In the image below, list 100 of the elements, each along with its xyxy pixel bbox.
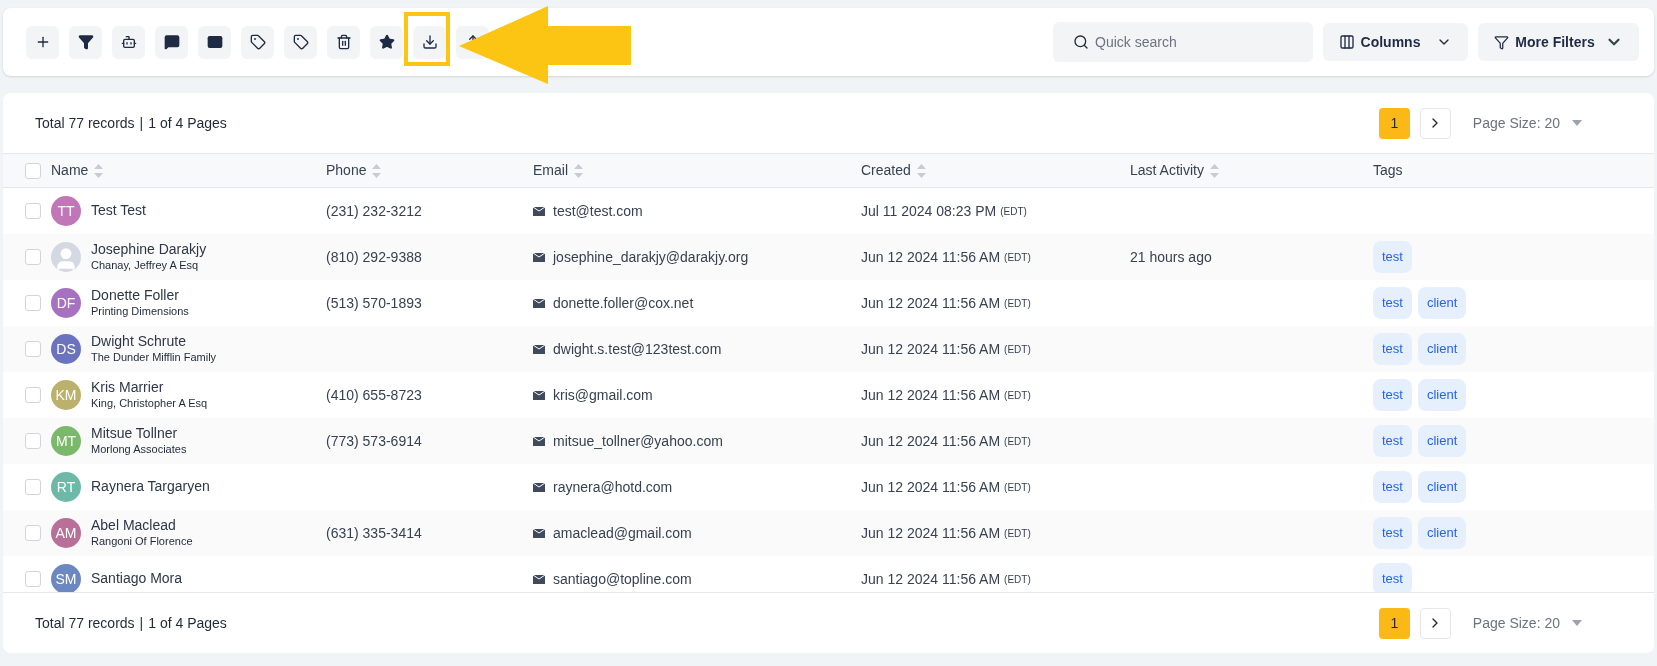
sort-icon[interactable] <box>372 163 382 178</box>
company-name: The Dunder Mifflin Family <box>91 350 217 365</box>
sort-icon[interactable] <box>94 163 104 178</box>
tag: client <box>1417 379 1467 411</box>
created-date: Jun 12 2024 11:56 AM <box>861 293 1001 313</box>
row-checkbox[interactable] <box>25 203 41 219</box>
tag: client <box>1417 471 1467 503</box>
company-name: King, Christopher A Esq <box>91 396 208 411</box>
toolbar-button[interactable] <box>198 25 231 59</box>
robot-icon <box>120 34 137 50</box>
contact-name: Kris Marrier <box>91 379 165 397</box>
next-page-button[interactable] <box>1419 107 1451 139</box>
created-date: Jun 12 2024 11:56 AM <box>861 569 1001 589</box>
toolbar-button[interactable] <box>284 25 317 59</box>
select-all-checkbox[interactable] <box>25 162 41 179</box>
column-header: Name <box>51 161 89 180</box>
sort-icon[interactable] <box>1209 163 1219 178</box>
download-icon <box>421 34 438 50</box>
row-checkbox[interactable] <box>25 433 41 449</box>
columns-button[interactable]: Columns <box>1323 23 1468 61</box>
tag: test <box>1373 517 1412 549</box>
trash-icon <box>335 34 352 50</box>
avatar: DS <box>51 334 81 364</box>
row-checkbox[interactable] <box>25 571 41 587</box>
contact-name: Josephine Darakjy <box>91 241 207 259</box>
email-text: santiago@topline.com <box>553 569 692 589</box>
sort-icon[interactable] <box>916 163 926 178</box>
toolbar-button[interactable] <box>112 25 145 59</box>
table-row[interactable]: AM Abel Maclead Rangoni Of Florence (631) 335-3414 amaclead@gmail.com Jun 12 2024 11:56 AM (EDT) test client <box>3 510 1654 556</box>
row-checkbox[interactable] <box>25 341 41 357</box>
page-count: 1 of 4 Pages <box>148 113 227 133</box>
sort-icon[interactable] <box>574 163 583 178</box>
table-row[interactable]: DS Dwight Schrute The Dunder Mifflin Family dwight.s.test@123test.com Jun 12 2024 11:56 AM (EDT) test client <box>3 326 1654 372</box>
column-header: Tags <box>1373 161 1403 180</box>
table-row[interactable]: MT Mitsue Tollner Morlong Associates (773) 573-6914 mitsue_tollner@yahoo.com Jun 12 2024 11:56 AM (EDT) test client <box>3 418 1654 464</box>
contact-name: Mitsue Tollner <box>91 425 179 443</box>
created-date: Jun 12 2024 11:56 AM <box>861 523 1001 543</box>
envelope-icon <box>533 436 545 446</box>
row-checkbox[interactable] <box>25 387 41 403</box>
caret-down-icon <box>1572 620 1582 626</box>
email-text: kris@gmail.com <box>553 385 653 405</box>
envelope-icon <box>533 482 545 492</box>
timezone-label: (EDT) <box>1004 342 1031 357</box>
next-page-button[interactable] <box>1419 607 1451 639</box>
company-name: Rangoni Of Florence <box>91 534 193 549</box>
company-name: Morlong Associates <box>91 442 187 457</box>
row-checkbox[interactable] <box>25 249 41 265</box>
timezone-label: (EDT) <box>1004 480 1031 495</box>
filter-icon <box>1494 34 1510 50</box>
timezone-label: (EDT) <box>1004 296 1031 311</box>
page-button[interactable]: 1 <box>1378 107 1410 139</box>
tag: client <box>1417 517 1467 549</box>
columns-icon <box>1338 34 1355 50</box>
envelope-icon <box>533 574 545 584</box>
tag-x-icon <box>292 34 309 50</box>
tag: test <box>1373 333 1412 365</box>
created-date: Jun 12 2024 11:56 AM <box>861 339 1001 359</box>
tag: test <box>1373 563 1412 592</box>
filter-icon <box>77 34 94 50</box>
caret-down-icon <box>1572 120 1582 126</box>
more-filters-button[interactable]: More Filters <box>1478 23 1639 61</box>
search-field[interactable]: Quick search <box>1053 22 1313 62</box>
created-date: Jun 12 2024 11:56 AM <box>861 247 1001 267</box>
records-total: Total 77 records <box>35 613 135 633</box>
email-text: josephine_darakjy@darakjy.org <box>553 247 749 267</box>
chat-icon <box>163 34 180 50</box>
column-header: Email <box>533 161 568 180</box>
tag: test <box>1373 425 1412 457</box>
page-size-select[interactable]: Page Size: 20 <box>1472 612 1582 634</box>
company-name: Printing Dimensions <box>91 304 189 319</box>
avatar: AM <box>51 518 81 548</box>
envelope-icon <box>533 252 545 262</box>
toolbar-button[interactable] <box>370 25 403 59</box>
toolbar-button[interactable] <box>413 25 446 59</box>
created-date: Jun 12 2024 11:56 AM <box>861 477 1001 497</box>
last-activity-text: 21 hours ago <box>1130 248 1212 265</box>
toolbar-button[interactable] <box>69 25 102 59</box>
contact-name: Dwight Schrute <box>91 333 187 351</box>
tag-plus-icon <box>249 34 266 50</box>
timezone-label: (EDT) <box>1004 434 1031 449</box>
avatar: SM <box>51 564 81 592</box>
toolbar-button[interactable] <box>327 25 360 59</box>
column-header: Phone <box>326 161 367 180</box>
avatar: RT <box>51 472 81 502</box>
toolbar-button[interactable] <box>155 25 188 59</box>
tag: test <box>1373 241 1412 273</box>
phone-text: (231) 232-3212 <box>326 202 422 219</box>
timezone-label: (EDT) <box>1004 526 1031 541</box>
toolbar-button[interactable] <box>241 25 274 59</box>
records-total: Total 77 records <box>35 113 135 133</box>
phone-text: (631) 335-3414 <box>326 524 422 541</box>
page-size-select[interactable]: Page Size: 20 <box>1472 112 1582 134</box>
page-button[interactable]: 1 <box>1378 607 1410 639</box>
created-date: Jun 12 2024 11:56 AM <box>861 431 1001 451</box>
tag: client <box>1417 333 1467 365</box>
timezone-label: (EDT) <box>1004 572 1031 587</box>
table-row[interactable]: Josephine Darakjy Chanay, Jeffrey A Esq (810) 292-9388 josephine_darakjy@darakjy.org Jun 12 2024 11:56 AM (EDT) 21 hours ago test <box>3 234 1654 280</box>
row-checkbox[interactable] <box>25 479 41 495</box>
row-checkbox[interactable] <box>25 295 41 311</box>
row-checkbox[interactable] <box>25 525 41 541</box>
